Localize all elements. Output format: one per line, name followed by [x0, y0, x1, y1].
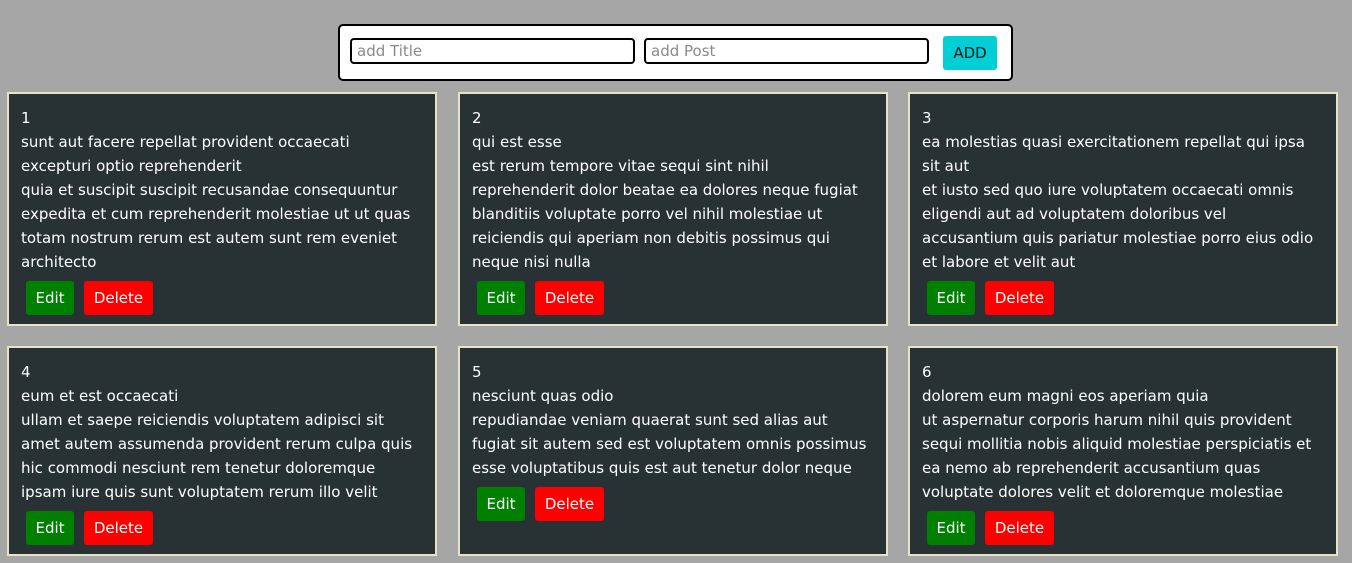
edit-button[interactable]: Edit: [477, 281, 525, 315]
edit-button[interactable]: Edit: [477, 487, 525, 521]
delete-button[interactable]: Delete: [985, 511, 1054, 545]
post-body: est rerum tempore vitae sequi sint nihil…: [472, 157, 858, 271]
post-card: 1 sunt aut facere repellat provident occ…: [7, 92, 437, 326]
post-body: ut aspernatur corporis harum nihil quis …: [922, 411, 1312, 501]
edit-button[interactable]: Edit: [927, 281, 975, 315]
post-title: ea molestias quasi exercitationem repell…: [922, 133, 1305, 175]
post-id: 3: [922, 109, 932, 127]
add-post-form: ADD: [338, 24, 1013, 81]
post-body: repudiandae veniam quaerat sunt sed alia…: [472, 411, 867, 477]
post-card: 6 dolorem eum magni eos aperiam quia ut …: [908, 346, 1338, 556]
post-title: eum et est occaecati: [21, 387, 179, 405]
add-button[interactable]: ADD: [943, 36, 997, 70]
delete-button[interactable]: Delete: [84, 281, 153, 315]
post-card: 4 eum et est occaecati ullam et saepe re…: [7, 346, 437, 556]
post-card: 5 nesciunt quas odio repudiandae veniam …: [458, 346, 888, 556]
delete-button[interactable]: Delete: [535, 281, 604, 315]
delete-button[interactable]: Delete: [985, 281, 1054, 315]
post-id: 5: [472, 363, 482, 381]
post-card: 3 ea molestias quasi exercitationem repe…: [908, 92, 1338, 326]
post-title: qui est esse: [472, 133, 562, 151]
post-input[interactable]: [644, 38, 929, 64]
post-id: 6: [922, 363, 932, 381]
post-card: 2 qui est esse est rerum tempore vitae s…: [458, 92, 888, 326]
edit-button[interactable]: Edit: [927, 511, 975, 545]
post-id: 4: [21, 363, 31, 381]
edit-button[interactable]: Edit: [26, 511, 74, 545]
post-title: dolorem eum magni eos aperiam quia: [922, 387, 1209, 405]
delete-button[interactable]: Delete: [84, 511, 153, 545]
post-title: nesciunt quas odio: [472, 387, 614, 405]
post-id: 1: [21, 109, 31, 127]
post-title: sunt aut facere repellat provident occae…: [21, 133, 350, 175]
post-body: ullam et saepe reiciendis voluptatem adi…: [21, 411, 413, 501]
post-id: 2: [472, 109, 482, 127]
post-body: et iusto sed quo iure voluptatem occaeca…: [922, 181, 1314, 271]
post-body: quia et suscipit suscipit recusandae con…: [21, 181, 411, 271]
edit-button[interactable]: Edit: [26, 281, 74, 315]
title-input[interactable]: [350, 38, 635, 64]
delete-button[interactable]: Delete: [535, 487, 604, 521]
